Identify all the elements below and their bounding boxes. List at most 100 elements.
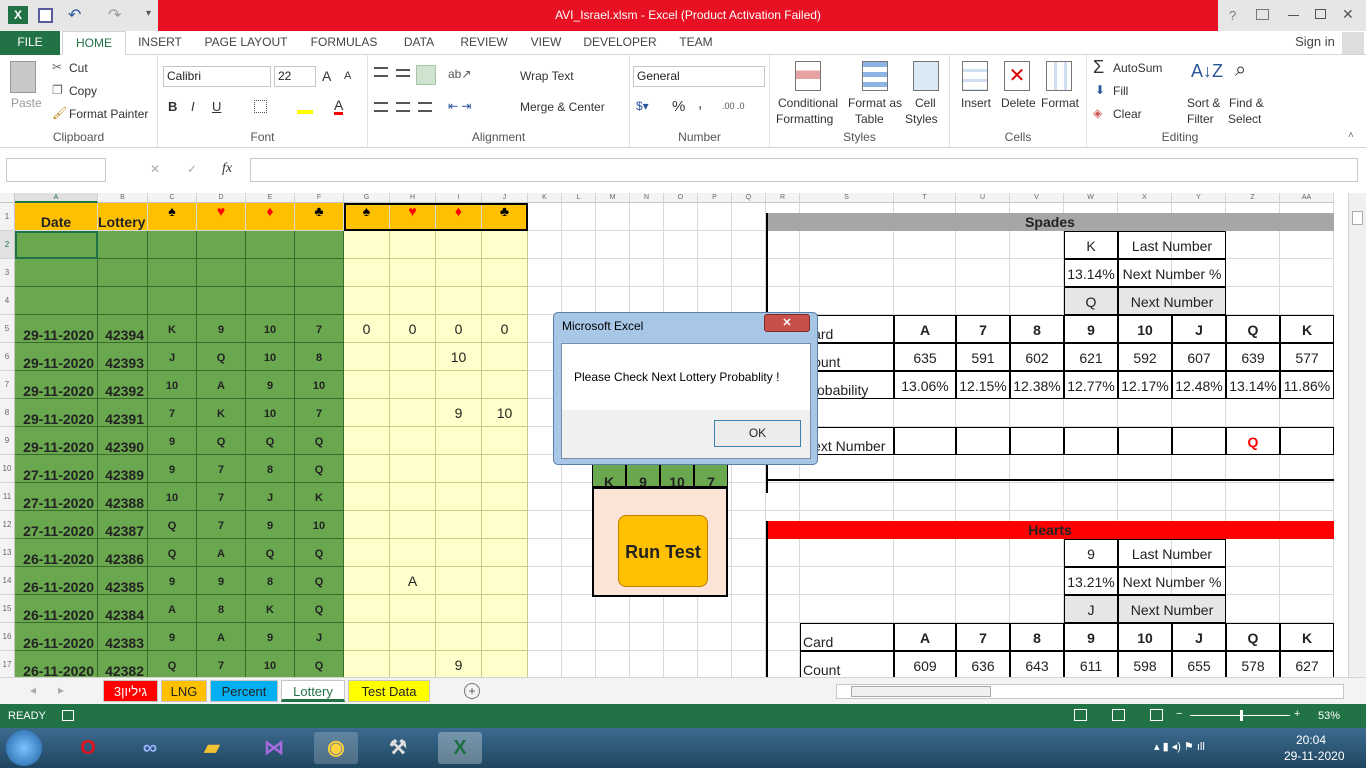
empty-cell[interactable] (1280, 399, 1334, 427)
card-cell[interactable]: 7 (148, 399, 197, 427)
hit-cell[interactable] (436, 455, 482, 483)
row-header[interactable]: 11 (0, 483, 15, 511)
empty-cell[interactable] (732, 203, 766, 231)
format-painter-button[interactable]: Format Painter (69, 107, 148, 121)
row-header[interactable]: 8 (0, 399, 15, 427)
empty-cell[interactable] (956, 483, 1010, 511)
align-right-icon[interactable] (418, 102, 432, 112)
card-cell[interactable]: 8 (246, 567, 295, 595)
data-cell[interactable] (15, 287, 98, 315)
data-cell[interactable] (148, 259, 197, 287)
bold-button[interactable]: B (168, 99, 177, 114)
empty-cell[interactable] (664, 623, 698, 651)
data-cell[interactable] (295, 287, 344, 315)
date-cell[interactable]: 26-11-2020 (15, 623, 98, 651)
empty-cell[interactable] (630, 623, 664, 651)
sign-in-link[interactable]: Sign in (1290, 31, 1340, 55)
date-cell[interactable]: 26-11-2020 (15, 651, 98, 677)
card-cell[interactable]: Q (246, 539, 295, 567)
column-header[interactable]: C (148, 193, 197, 203)
empty-cell[interactable] (528, 511, 562, 539)
empty-cell[interactable] (732, 287, 766, 315)
empty-cell[interactable] (1172, 483, 1226, 511)
empty-cell[interactable] (630, 231, 664, 259)
row-header[interactable]: 15 (0, 595, 15, 623)
empty-cell[interactable] (800, 231, 894, 259)
find-select-icon[interactable]: ⌕ (1235, 59, 1246, 82)
sort-filter-label1[interactable]: Sort & (1187, 96, 1220, 110)
number-format-select[interactable]: General (633, 66, 765, 87)
hit-cell[interactable] (482, 427, 528, 455)
lottery-id-cell[interactable]: 42383 (98, 623, 148, 651)
card-cell[interactable]: 9 (148, 427, 197, 455)
lottery-id-cell[interactable]: 42382 (98, 651, 148, 677)
percent-button[interactable]: % (672, 98, 685, 115)
sheet-tab-test-data[interactable]: Test Data (348, 680, 430, 702)
empty-cell[interactable] (766, 259, 800, 287)
empty-cell[interactable] (956, 287, 1010, 315)
hit-cell[interactable] (390, 539, 436, 567)
hit-cell[interactable] (344, 287, 390, 315)
insert-cells-button[interactable]: Insert (961, 96, 991, 110)
row-header[interactable]: 9 (0, 427, 15, 455)
date-cell[interactable]: 29-11-2020 (15, 427, 98, 455)
clock-date[interactable]: 29-11-2020 (1284, 749, 1345, 763)
tray-icons[interactable]: ▴ ▮ ◂) ⚑ ıll (1154, 740, 1205, 753)
data-cell[interactable] (295, 231, 344, 259)
empty-cell[interactable] (766, 231, 800, 259)
row-header[interactable]: 13 (0, 539, 15, 567)
empty-cell[interactable] (630, 595, 664, 623)
align-center-icon[interactable] (396, 102, 410, 112)
card-cell[interactable]: Q (148, 651, 197, 677)
format-as-table-label1[interactable]: Format as (848, 96, 902, 110)
sheet-tab-percent[interactable]: Percent (210, 680, 278, 702)
empty-cell[interactable] (1280, 287, 1334, 315)
column-header[interactable]: U (956, 193, 1010, 203)
empty-cell[interactable] (732, 231, 766, 259)
column-header[interactable]: D (197, 193, 246, 203)
vertical-scrollbar[interactable] (1348, 193, 1366, 677)
hit-cell[interactable] (482, 455, 528, 483)
enter-icon[interactable]: ✓ (187, 162, 197, 176)
card-cell[interactable]: 7 (197, 511, 246, 539)
page-layout-view-icon[interactable] (1112, 709, 1125, 721)
dialog-ok-button[interactable]: OK (714, 420, 801, 447)
empty-cell[interactable] (1226, 399, 1280, 427)
hit-cell[interactable] (482, 567, 528, 595)
hit-cell[interactable]: 9 (436, 651, 482, 677)
clear-icon[interactable]: ◈ (1093, 106, 1102, 120)
hit-cell[interactable] (344, 567, 390, 595)
collapse-ribbon-icon[interactable]: ˄ (1348, 130, 1354, 141)
horizontal-scroll-thumb[interactable] (851, 686, 991, 697)
empty-cell[interactable] (562, 539, 596, 567)
tab-insert[interactable]: INSERT (132, 31, 188, 55)
date-cell[interactable]: 26-11-2020 (15, 567, 98, 595)
date-cell[interactable]: 27-11-2020 (15, 455, 98, 483)
paste-icon[interactable] (10, 61, 36, 93)
maximize-icon[interactable] (1315, 9, 1326, 19)
card-cell[interactable]: A (197, 539, 246, 567)
card-cell[interactable]: K (148, 315, 197, 343)
card-cell[interactable]: Q (148, 511, 197, 539)
column-header[interactable]: Q (732, 193, 766, 203)
date-cell[interactable]: 26-11-2020 (15, 539, 98, 567)
card-cell[interactable]: 9 (246, 623, 295, 651)
card-cell[interactable]: 7 (197, 483, 246, 511)
card-cell[interactable]: 9 (246, 511, 295, 539)
hit-cell[interactable] (344, 371, 390, 399)
empty-cell[interactable] (766, 623, 800, 651)
find-select-label1[interactable]: Find & (1229, 96, 1264, 110)
data-cell[interactable] (295, 259, 344, 287)
date-cell[interactable]: 27-11-2020 (15, 483, 98, 511)
hit-cell[interactable] (436, 511, 482, 539)
card-cell[interactable]: J (148, 343, 197, 371)
empty-cell[interactable] (1280, 539, 1334, 567)
empty-cell[interactable] (1226, 259, 1280, 287)
empty-cell[interactable] (766, 651, 800, 677)
empty-cell[interactable] (698, 651, 732, 677)
conditional-formatting-label2[interactable]: Formatting (776, 112, 833, 126)
card-cell[interactable]: J (246, 483, 295, 511)
comma-button[interactable]: , (698, 95, 702, 112)
card-cell[interactable]: 9 (246, 371, 295, 399)
hit-cell[interactable] (344, 231, 390, 259)
